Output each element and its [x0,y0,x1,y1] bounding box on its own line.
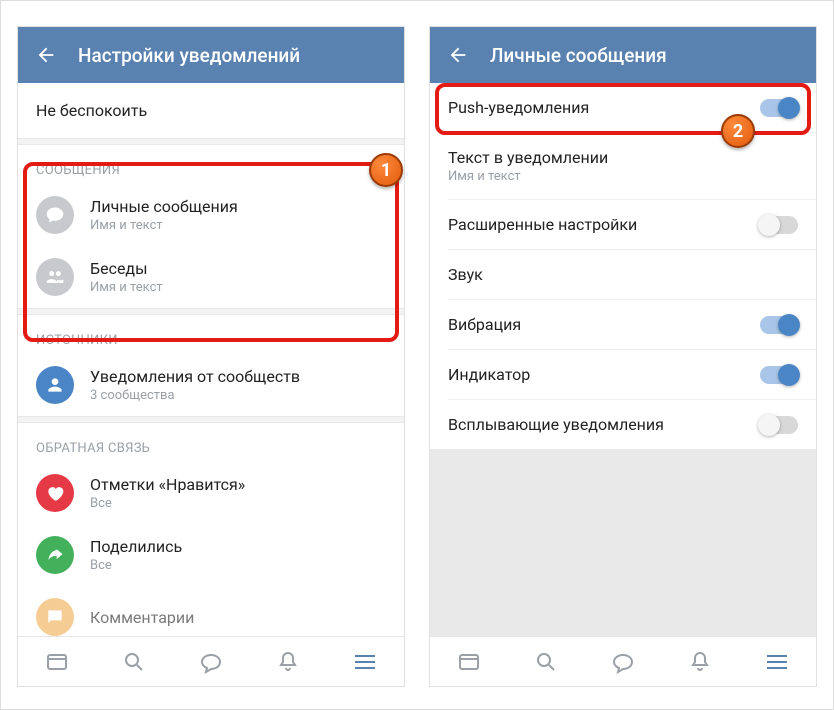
dnd-label: Не беспокоить [36,101,147,120]
divider [18,138,404,145]
personal-title: Личные сообщения [90,197,238,216]
row-text-in-notification[interactable]: Текст в уведомлении Имя и текст [430,133,816,199]
people-icon [36,258,74,296]
text-in-notif-sub: Имя и текст [448,169,798,184]
tab-menu[interactable] [351,648,379,676]
advanced-label: Расширенные настройки [448,215,637,234]
share-icon [36,536,74,574]
phone-right: Личные сообщения Push-уведомления Текст … [429,26,817,687]
heart-icon [36,474,74,512]
item-personal-messages[interactable]: Личные сообщения Имя и текст [18,184,404,246]
content: Push-уведомления Текст в уведомлении Имя… [430,83,816,636]
row-vibration[interactable]: Вибрация [430,300,816,349]
toggle-indicator[interactable] [760,366,798,384]
communities-title: Уведомления от сообществ [90,367,300,386]
personal-sub: Имя и текст [90,218,238,233]
section-sources: ИСТОЧНИКИ [18,315,404,354]
section-feedback: ОБРАТНАЯ СВЯЗЬ [18,423,404,462]
row-push-notifications[interactable]: Push-уведомления [430,83,816,132]
toggle-push[interactable] [760,99,798,117]
tab-notifications[interactable] [274,648,302,676]
page-title: Настройки уведомлений [78,44,300,67]
row-indicator[interactable]: Индикатор [430,350,816,399]
vibration-label: Вибрация [448,315,521,334]
row-popup-notifications[interactable]: Всплывающие уведомления [430,400,816,449]
divider [18,308,404,315]
row-advanced-settings[interactable]: Расширенные настройки [430,200,816,249]
likes-sub: Все [90,496,245,511]
section-messages: СООБЩЕНИЯ [18,145,404,184]
back-button[interactable] [30,39,62,71]
toggle-popup[interactable] [760,416,798,434]
push-label: Push-уведомления [448,98,589,117]
row-sound[interactable]: Звук [430,250,816,299]
tab-news[interactable] [43,648,71,676]
chat-bubble-icon [36,196,74,234]
shares-sub: Все [90,558,182,573]
arrow-left-icon [35,44,57,66]
popup-label: Всплывающие уведомления [448,415,664,434]
chats-sub: Имя и текст [90,280,163,295]
tab-notifications[interactable] [686,648,714,676]
comments-title: Комментарии [90,608,194,627]
empty-area [430,449,816,636]
page-title: Личные сообщения [490,44,667,67]
tab-search[interactable] [120,648,148,676]
item-comments[interactable]: Комментарии [18,586,404,636]
item-shares[interactable]: Поделились Все [18,524,404,586]
item-likes[interactable]: Отметки «Нравится» Все [18,462,404,524]
toggle-advanced[interactable] [760,216,798,234]
tab-menu[interactable] [763,648,791,676]
likes-title: Отметки «Нравится» [90,475,245,494]
content: Не беспокоить СООБЩЕНИЯ Личные сообщения… [18,83,404,636]
tab-news[interactable] [455,648,483,676]
tab-search[interactable] [532,648,560,676]
row-do-not-disturb[interactable]: Не беспокоить [18,83,404,138]
tab-messages[interactable] [609,648,637,676]
chats-title: Беседы [90,259,163,278]
text-in-notif-title: Текст в уведомлении [448,148,798,167]
communities-sub: 3 сообщества [90,388,300,403]
header: Личные сообщения [430,27,816,83]
person-icon [36,366,74,404]
sound-label: Звук [448,265,483,284]
tab-bar [18,636,404,686]
back-button[interactable] [442,39,474,71]
item-chats[interactable]: Беседы Имя и текст [18,246,404,308]
tab-messages[interactable] [197,648,225,676]
phone-left: Настройки уведомлений Не беспокоить СООБ… [17,26,405,687]
tab-bar [430,636,816,686]
arrow-left-icon [447,44,469,66]
divider [18,416,404,423]
header: Настройки уведомлений [18,27,404,83]
item-community-notifications[interactable]: Уведомления от сообществ 3 сообщества [18,354,404,416]
shares-title: Поделились [90,537,182,556]
indicator-label: Индикатор [448,365,530,384]
comment-icon [36,598,74,636]
toggle-vibration[interactable] [760,316,798,334]
